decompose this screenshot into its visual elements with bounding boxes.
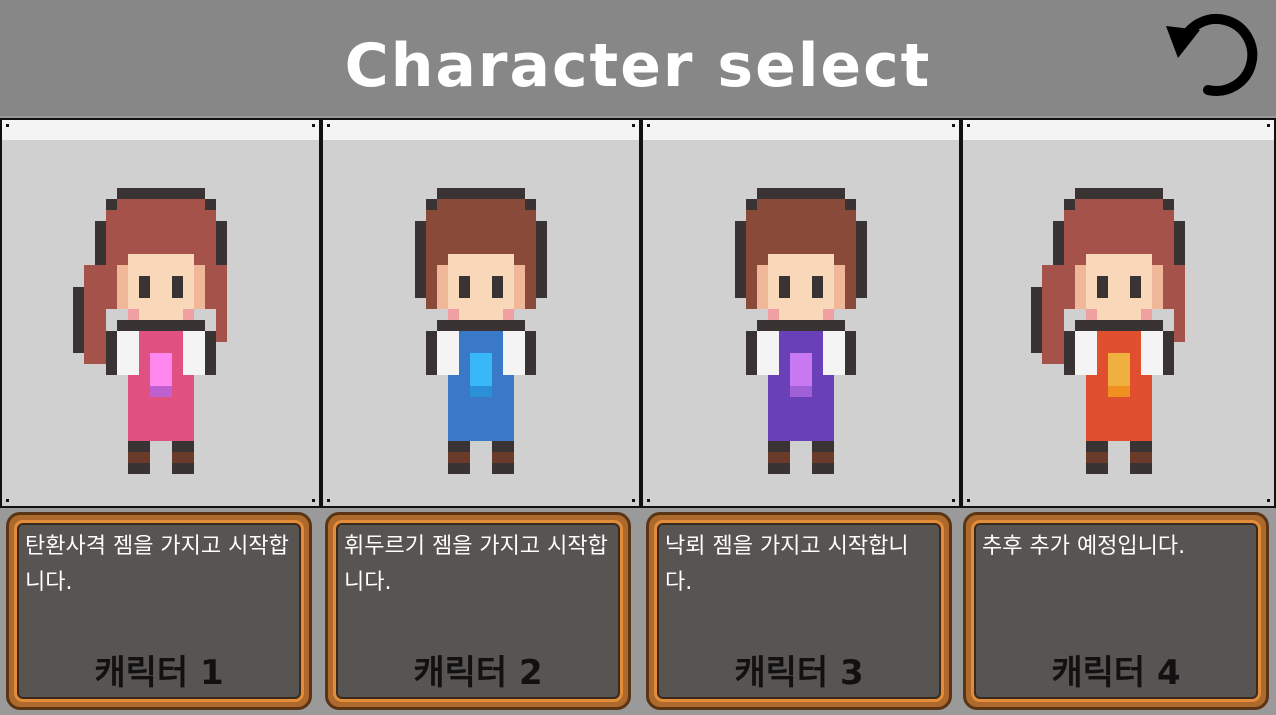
character-card-2[interactable]: 휘두르기 젬을 가지고 시작합니다. 캐릭터 2 [325,512,631,710]
character-name: 캐릭터 4 [1051,653,1181,693]
page-title: Character select [344,31,932,101]
character-name: 캐릭터 2 [413,653,543,693]
character-sprite-4 [1031,188,1185,474]
character-description: 탄환사격 젬을 가지고 시작합니다. [25,534,289,595]
card-panel: 탄환사격 젬을 가지고 시작합니다. 캐릭터 1 [14,520,304,702]
character-name: 캐릭터 3 [734,653,864,693]
character-description: 낙뢰 젬을 가지고 시작합니다. [665,534,909,595]
character-card-4[interactable]: 추후 추가 예정입니다. 캐릭터 4 [963,512,1269,710]
card-panel: 휘두르기 젬을 가지고 시작합니다. 캐릭터 2 [333,520,623,702]
undo-arrow-icon [1166,13,1258,96]
card-panel: 추후 추가 예정입니다. 캐릭터 4 [971,520,1261,702]
header-bar: Character select [0,0,1276,116]
card-panel: 낙뢰 젬을 가지고 시작합니다. 캐릭터 3 [654,520,944,702]
character-card-1[interactable]: 탄환사격 젬을 가지고 시작합니다. 캐릭터 1 [6,512,312,710]
character-portrait-2[interactable] [321,118,641,508]
character-sprite-1 [73,188,227,474]
character-portrait-3[interactable] [641,118,961,508]
character-portrait-4[interactable] [961,118,1276,508]
character-name: 캐릭터 1 [94,653,224,693]
character-portrait-1[interactable] [0,118,321,508]
character-sprite-3 [735,188,867,474]
character-card-3[interactable]: 낙뢰 젬을 가지고 시작합니다. 캐릭터 3 [646,512,952,710]
character-description: 휘두르기 젬을 가지고 시작합니다. [344,534,608,595]
character-sprite-2 [415,188,547,474]
back-button[interactable] [1160,6,1270,98]
character-description: 추후 추가 예정입니다. [982,534,1186,559]
